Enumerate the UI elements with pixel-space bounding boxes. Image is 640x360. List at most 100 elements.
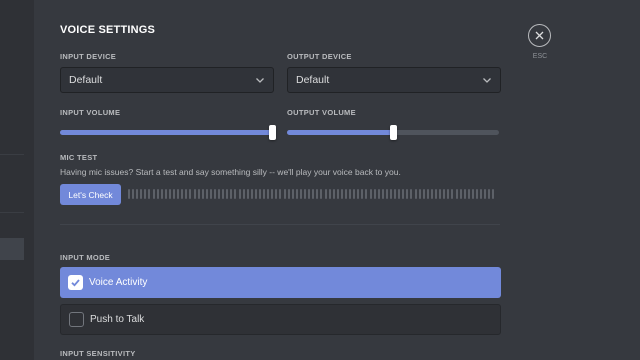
meter-bar	[156, 189, 159, 199]
input-device-value: Default	[69, 74, 103, 86]
meter-bar	[226, 189, 229, 199]
meter-bar	[414, 189, 417, 199]
meter-bar	[275, 189, 278, 199]
meter-bar	[140, 189, 143, 199]
meter-bar	[271, 189, 274, 199]
esc-label: ESC	[532, 53, 548, 60]
input-device-select[interactable]: Default	[60, 67, 274, 93]
output-volume-slider[interactable]	[287, 125, 499, 140]
meter-bar	[173, 189, 176, 199]
slider-fill	[60, 130, 272, 135]
output-device-label: OUTPUT DEVICE	[287, 52, 352, 61]
chevron-down-icon	[483, 78, 491, 83]
slider-fill	[287, 130, 393, 135]
meter-bar	[308, 189, 311, 199]
checkbox-checked	[68, 275, 83, 290]
meter-bar	[230, 189, 233, 199]
meter-bar	[328, 189, 331, 199]
meter-bar	[263, 189, 266, 199]
meter-bar	[295, 189, 298, 199]
meter-bar	[410, 189, 413, 199]
input-mode-label: INPUT MODE	[60, 253, 111, 262]
meter-bar	[189, 189, 192, 199]
input-sensitivity-label: INPUT SENSITIVITY	[60, 349, 136, 358]
meter-bar	[222, 189, 225, 199]
meter-bar	[377, 189, 380, 199]
meter-bar	[213, 189, 216, 199]
meter-bar	[480, 189, 483, 199]
close-button[interactable]	[528, 24, 551, 47]
meter-bar	[238, 189, 241, 199]
meter-bar	[402, 189, 405, 199]
meter-bar	[148, 189, 151, 199]
meter-bar	[463, 189, 466, 199]
input-device-label: INPUT DEVICE	[60, 52, 117, 61]
mic-level-meter	[128, 189, 500, 199]
meter-bar	[205, 189, 208, 199]
meter-bar	[291, 189, 294, 199]
meter-bar	[369, 189, 372, 199]
meter-bar	[324, 189, 327, 199]
push-to-talk-label: Push to Talk	[90, 314, 145, 325]
meter-bar	[197, 189, 200, 199]
meter-bar	[443, 189, 446, 199]
meter-bar	[459, 189, 462, 199]
meter-bar	[467, 189, 470, 199]
meter-bar	[451, 189, 454, 199]
mic-test-description: Having mic issues? Start a test and say …	[60, 167, 401, 177]
meter-bar	[320, 189, 323, 199]
meter-bar	[304, 189, 307, 199]
meter-bar	[177, 189, 180, 199]
meter-bar	[128, 189, 130, 199]
lets-check-button[interactable]: Let's Check	[60, 184, 121, 205]
meter-bar	[390, 189, 392, 199]
sidebar-item-voice-selected[interactable]	[0, 238, 24, 260]
input-volume-slider[interactable]	[60, 125, 276, 140]
close-icon	[535, 31, 544, 40]
slider-handle[interactable]	[390, 125, 397, 140]
meter-bar	[259, 189, 261, 199]
meter-bar	[168, 189, 171, 199]
meter-bar	[344, 189, 347, 199]
meter-bar	[164, 189, 167, 199]
meter-bar	[422, 189, 425, 199]
meter-bar	[185, 189, 188, 199]
slider-handle[interactable]	[269, 125, 276, 140]
meter-bar	[488, 189, 491, 199]
meter-bar	[484, 189, 487, 199]
mic-test-label: MIC TEST	[60, 153, 98, 162]
meter-bar	[332, 189, 335, 199]
meter-bar	[398, 189, 401, 199]
section-divider	[60, 224, 500, 225]
meter-bar	[160, 189, 163, 199]
push-to-talk-option[interactable]: Push to Talk	[60, 304, 501, 335]
settings-sidebar	[0, 0, 34, 360]
voice-activity-option[interactable]: Voice Activity	[60, 267, 501, 298]
meter-bar	[144, 189, 147, 199]
meter-bar	[439, 189, 442, 199]
page-title: VOICE SETTINGS	[60, 24, 156, 36]
meter-bar	[267, 189, 270, 199]
meter-bar	[455, 189, 458, 199]
meter-bar	[181, 189, 184, 199]
meter-bar	[357, 189, 360, 199]
meter-bar	[152, 189, 155, 199]
meter-bar	[418, 189, 421, 199]
chevron-down-icon	[256, 78, 264, 83]
meter-bar	[132, 189, 135, 199]
meter-bar	[299, 189, 302, 199]
sidebar-divider	[0, 212, 24, 213]
voice-activity-label: Voice Activity	[89, 277, 148, 288]
sidebar-divider	[0, 154, 24, 155]
meter-bar	[385, 189, 388, 199]
meter-bar	[193, 189, 196, 199]
output-device-select[interactable]: Default	[287, 67, 501, 93]
meter-bar	[250, 189, 253, 199]
meter-bar	[365, 189, 368, 199]
meter-bar	[254, 189, 257, 199]
meter-bar	[312, 189, 315, 199]
meter-bar	[209, 189, 212, 199]
meter-bar	[201, 189, 204, 199]
meter-bar	[353, 189, 356, 199]
meter-bar	[492, 189, 495, 199]
